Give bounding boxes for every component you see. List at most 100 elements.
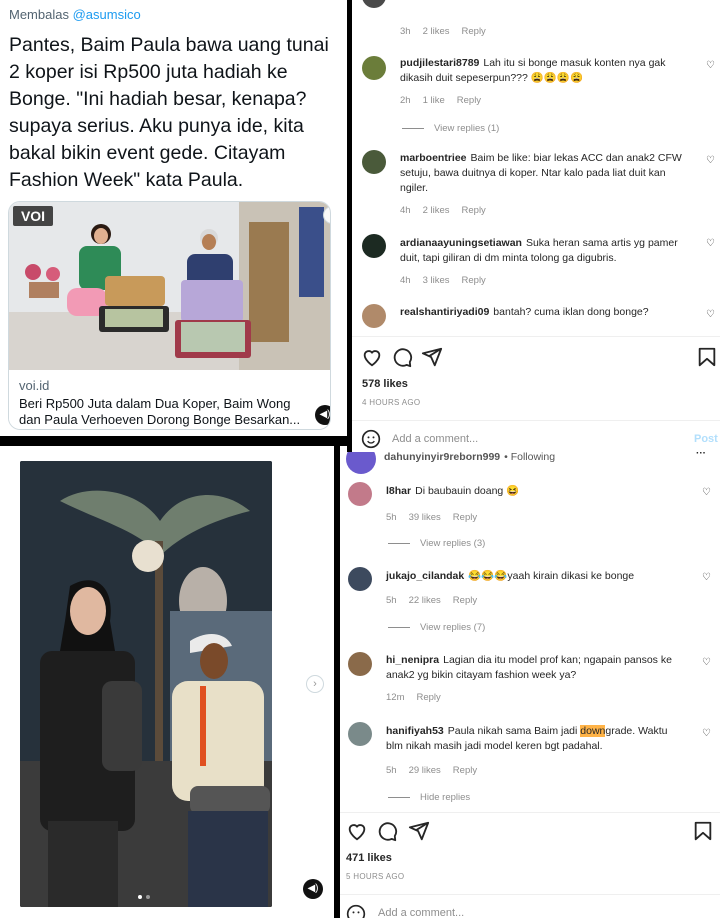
reply-button[interactable]: Reply [453, 765, 477, 776]
comment-username[interactable]: marboentriee [400, 152, 467, 164]
reply-button[interactable]: Reply [462, 26, 486, 37]
post-time: 5 HOURS AGO [346, 872, 405, 881]
comment-meta: 12m Reply [386, 692, 441, 703]
heart-icon[interactable] [361, 346, 383, 368]
comment-username[interactable]: realshantiriyadi09 [400, 306, 489, 318]
like-heart-icon[interactable]: ♡ [706, 238, 715, 249]
avatar[interactable] [362, 0, 386, 8]
avatar[interactable] [348, 722, 372, 746]
post-header: dahunyinyir9reborn999 • Following [384, 452, 555, 465]
voi-logo: VOI [13, 206, 53, 226]
view-replies-button[interactable]: View replies (1) [402, 123, 499, 134]
like-heart-icon[interactable]: ♡ [702, 487, 711, 498]
comment-text: jukajo_cilandak 😂😂😂yaah kirain dikasi ke … [386, 570, 635, 582]
reply-button[interactable]: Reply [453, 512, 477, 523]
ig-comments-panel-1: 3h 2 likes Reply pudjilestari8789 Lah itu s… [352, 0, 720, 452]
comment-meta: 4h 2 likes Reply [400, 205, 486, 216]
comment-username[interactable]: ardianaayuningsetiawan [400, 237, 522, 249]
reply-button[interactable]: Reply [462, 275, 486, 286]
share-icon[interactable] [408, 820, 430, 842]
comment-username[interactable]: jukajo_cilandak [386, 570, 464, 582]
post-button[interactable]: Post [694, 433, 718, 445]
comment-icon[interactable] [376, 820, 398, 842]
comment-username[interactable]: hanifiyah53 [386, 725, 444, 737]
avatar[interactable] [362, 56, 386, 80]
video-panel: › ◀) [0, 446, 334, 918]
reply-to-line: Membalas @asumsico [9, 7, 141, 22]
comment-text: marboentriee Baim be like: biar lekas ACC… [400, 152, 682, 194]
avatar[interactable] [348, 482, 372, 506]
reply-button[interactable]: Reply [457, 95, 481, 106]
add-comment-input[interactable]: Add a comment... [378, 907, 464, 918]
header-username[interactable]: dahunyinyir9reborn999 [384, 452, 500, 463]
separator [352, 336, 720, 337]
comment-meta: 3h 2 likes Reply [400, 26, 486, 37]
reply-handle-link[interactable]: @asumsico [73, 7, 141, 22]
carousel-dot-active [138, 895, 142, 899]
speaker-icon[interactable]: ◀) [315, 405, 330, 425]
video-player[interactable] [20, 461, 272, 907]
add-comment-input[interactable]: Add a comment... [392, 433, 478, 445]
comment-text: realshantiriyadi09 bantah? cuma iklan don… [400, 306, 649, 318]
post-time: 4 HOURS AGO [362, 398, 421, 407]
separator [352, 420, 720, 421]
following-label[interactable]: • Following [504, 452, 555, 463]
hide-replies-button[interactable]: Hide replies [388, 792, 470, 803]
reply-button[interactable]: Reply [453, 595, 477, 606]
comment-meta: 5h 22 likes Reply [386, 595, 478, 606]
likes-count[interactable]: 471 likes [346, 852, 392, 864]
separator [340, 812, 720, 813]
card-footer: voi.id Beri Rp500 Juta dalam Dua Koper, … [9, 370, 330, 429]
speaker-icon[interactable]: ◀) [303, 879, 323, 899]
like-heart-icon[interactable]: ♡ [706, 309, 715, 320]
avatar[interactable] [362, 234, 386, 258]
comment-meta: 2h 1 like Reply [400, 95, 482, 106]
comment-meta: 5h 29 likes Reply [386, 765, 478, 776]
view-replies-button[interactable]: View replies (7) [388, 622, 485, 633]
view-replies-button[interactable]: View replies (3) [388, 538, 485, 549]
comment-text: hi_nenipra Lagian dia itu model prof kan;… [386, 654, 672, 681]
comment-icon[interactable] [391, 346, 413, 368]
separator [340, 894, 720, 895]
avatar[interactable] [348, 567, 372, 591]
tweet-panel: Membalas @asumsico Pantes, Baim Paula ba… [0, 0, 347, 436]
bookmark-icon[interactable] [692, 820, 714, 842]
card-title[interactable]: Beri Rp500 Juta dalam Dua Koper, Baim Wo… [19, 396, 311, 428]
like-heart-icon[interactable]: ♡ [702, 572, 711, 583]
comment-text: hanifiyah53 Paula nikah sama Baim jadi do… [386, 725, 668, 752]
card-domain: voi.id [19, 378, 50, 393]
comment-username[interactable]: l8har [386, 485, 411, 497]
comment-text: l8har Di baubauin doang 😆 [386, 485, 520, 497]
reply-button[interactable]: Reply [416, 692, 440, 703]
like-heart-icon[interactable]: ♡ [702, 657, 711, 668]
divider [0, 436, 352, 446]
comment-meta: 5h 39 likes Reply [386, 512, 478, 523]
avatar[interactable] [362, 150, 386, 174]
comment-username[interactable]: pudjilestari8789 [400, 57, 479, 69]
link-card[interactable]: VOI › voi.id Beri Rp500 Juta dalam Dua K… [8, 201, 331, 430]
ig-comments-panel-2: dahunyinyir9reborn999 • Following ··· l8h… [340, 452, 720, 918]
like-heart-icon[interactable]: ♡ [706, 60, 715, 71]
more-options-icon[interactable]: ··· [696, 452, 706, 459]
next-slide-icon[interactable]: › [306, 675, 324, 693]
avatar[interactable] [348, 652, 372, 676]
comment-username[interactable]: hi_nenipra [386, 654, 439, 666]
comment-text: ardianaayuningsetiawan Suka heran sama ar… [400, 237, 678, 264]
emoji-icon[interactable] [346, 904, 366, 918]
avatar[interactable] [362, 304, 386, 328]
emoji-icon[interactable] [361, 429, 381, 449]
avatar[interactable] [346, 452, 376, 474]
comment-meta: 4h 3 likes Reply [400, 275, 486, 286]
reply-prefix: Membalas [9, 7, 69, 22]
comment-text: pudjilestari8789 Lah itu si bonge masuk k… [400, 57, 666, 84]
like-heart-icon[interactable]: ♡ [706, 155, 715, 166]
share-icon[interactable] [421, 346, 443, 368]
tweet-text: Pantes, Baim Paula bawa uang tunai 2 kop… [9, 34, 329, 191]
carousel-dot [146, 895, 150, 899]
bookmark-icon[interactable] [696, 346, 718, 368]
heart-icon[interactable] [346, 820, 368, 842]
likes-count[interactable]: 578 likes [362, 378, 408, 390]
like-heart-icon[interactable]: ♡ [702, 728, 711, 739]
card-image: VOI › [9, 202, 330, 370]
reply-button[interactable]: Reply [462, 205, 486, 216]
